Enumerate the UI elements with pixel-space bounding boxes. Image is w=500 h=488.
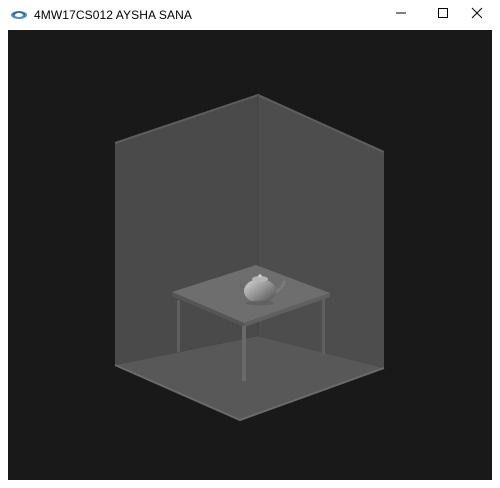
app-window: 4MW17CS012 AYSHA SANA — [0, 0, 500, 488]
title-bar[interactable]: 4MW17CS012 AYSHA SANA — [0, 0, 500, 30]
table-leg-front — [242, 326, 246, 381]
opengl-canvas[interactable] — [8, 30, 492, 480]
table-leg-back-right — [322, 293, 325, 355]
opengl-app-icon — [10, 8, 28, 22]
window-title: 4MW17CS012 AYSHA SANA — [34, 8, 192, 22]
scene-render — [114, 93, 385, 422]
close-icon — [471, 6, 483, 24]
close-button[interactable] — [454, 0, 500, 30]
maximize-icon — [437, 6, 449, 24]
teapot-body — [244, 279, 276, 303]
teapot-knob — [258, 274, 262, 278]
table-leg-back-left — [177, 300, 180, 352]
room-right-wall — [258, 95, 384, 368]
minimize-icon — [395, 6, 407, 24]
teapot-shadow — [246, 300, 274, 306]
minimize-button[interactable] — [378, 0, 424, 30]
